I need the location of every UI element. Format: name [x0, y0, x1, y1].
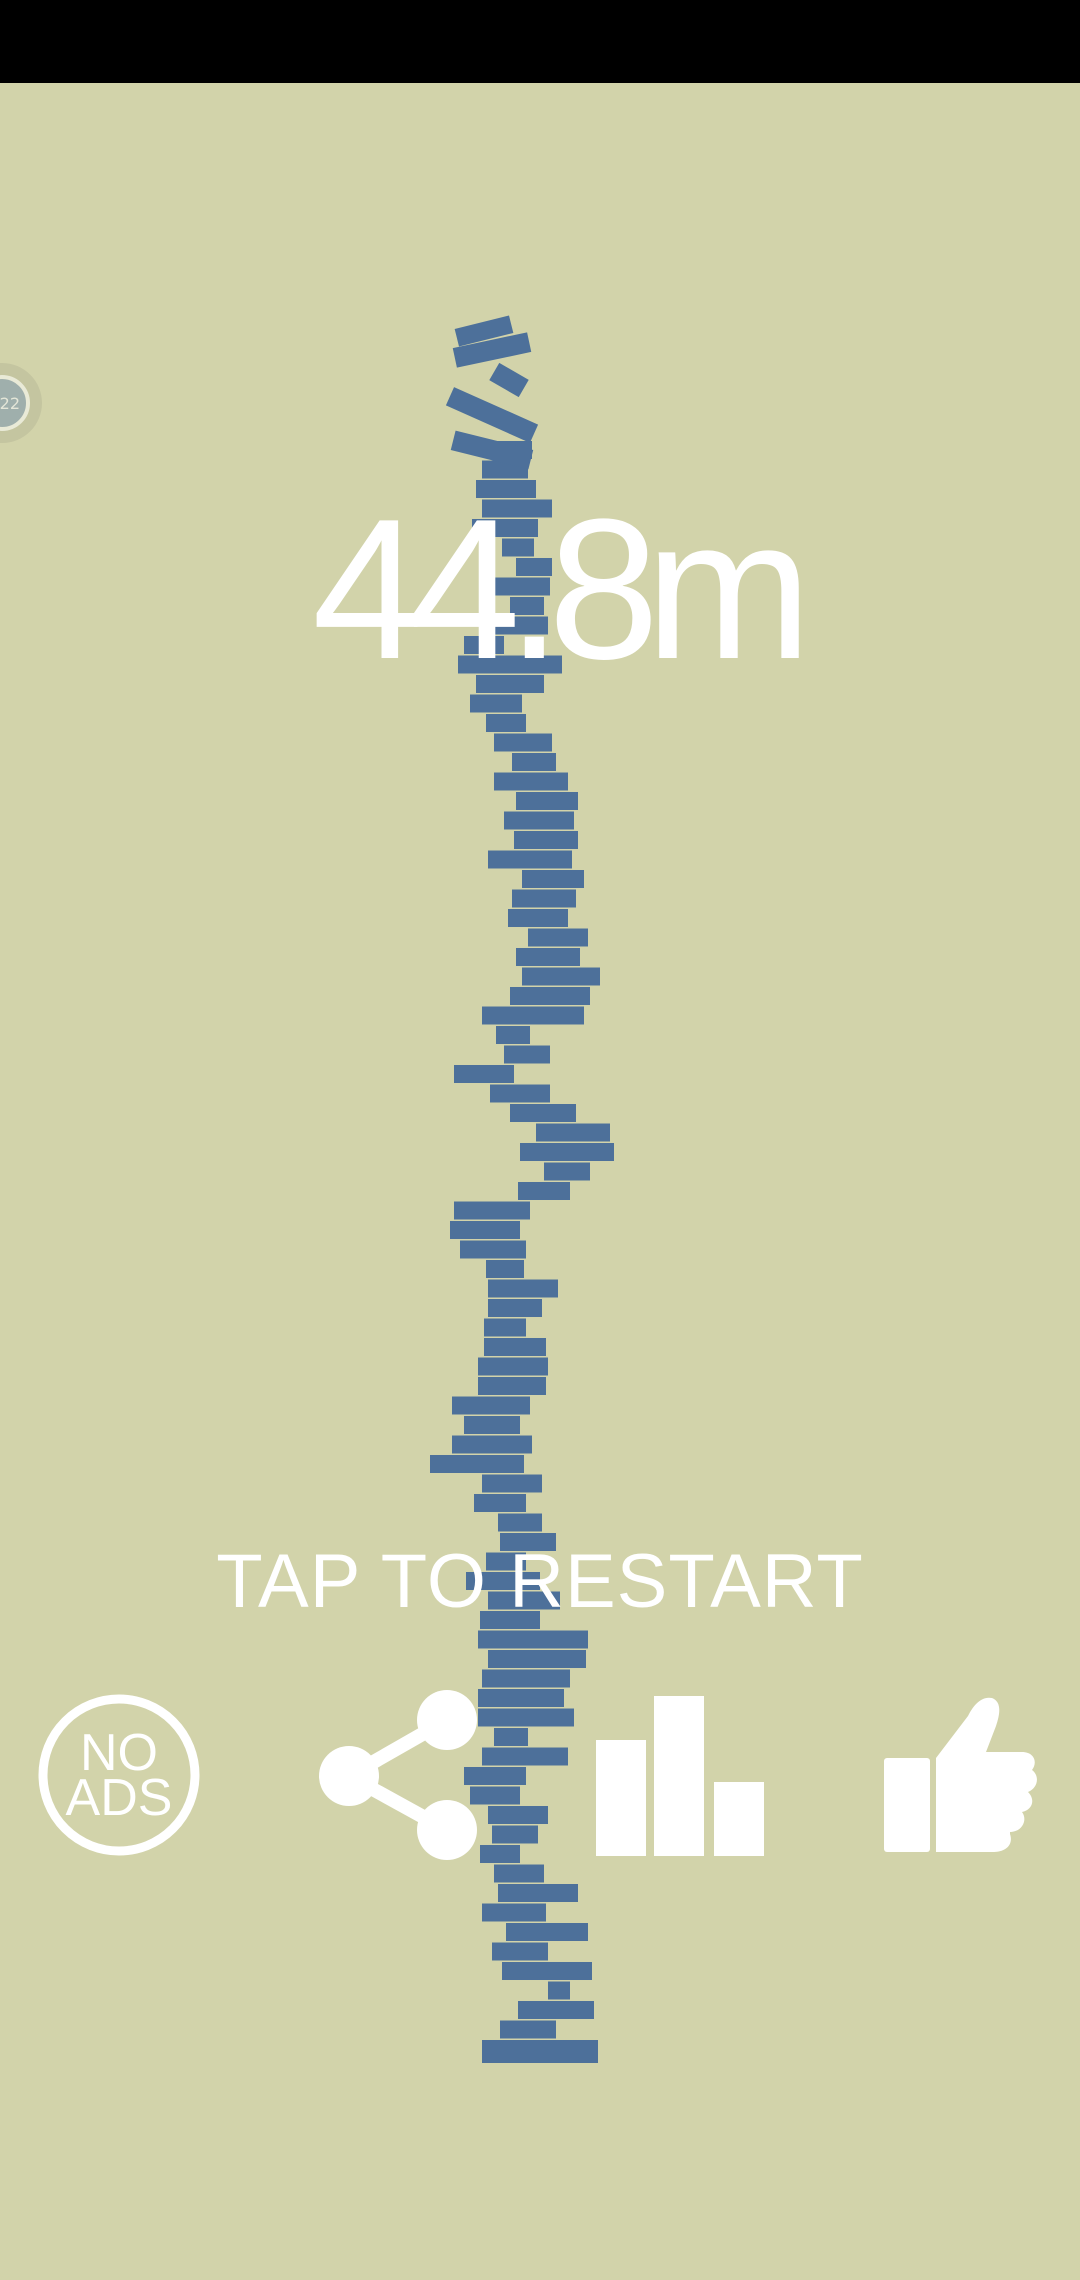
- leaderboard-icon: [596, 1696, 764, 1856]
- tower-block: [452, 1396, 530, 1415]
- tower-block: [502, 1962, 592, 1980]
- tower-block: [488, 1806, 548, 1824]
- tower-block: [450, 1221, 520, 1239]
- tower-block: [454, 1201, 530, 1220]
- tower-block: [494, 733, 552, 752]
- tower-block: [482, 1474, 542, 1493]
- tower-block: [484, 1318, 526, 1337]
- tower-block: [508, 909, 568, 927]
- tower-block: [522, 870, 584, 888]
- no-ads-button[interactable]: NO ADS: [36, 1692, 202, 1858]
- tower-block: [490, 1084, 550, 1103]
- tower-block: [494, 772, 568, 791]
- tower-block: [474, 1494, 526, 1512]
- tower-block: [488, 1650, 586, 1668]
- tower-block: [520, 1143, 614, 1161]
- tower-block: [506, 1923, 588, 1941]
- tower-block: [430, 1455, 524, 1473]
- tower-block: [548, 1981, 570, 2000]
- leaderboard-button[interactable]: [594, 1694, 766, 1856]
- tower-block: [464, 1416, 520, 1434]
- tower-block: [518, 1182, 570, 1200]
- tower-block: [528, 928, 588, 947]
- tower-block: [482, 2040, 598, 2058]
- tower-block: [492, 1825, 538, 1844]
- share-icon: [319, 1690, 477, 1860]
- tower-block: [486, 1260, 524, 1278]
- tower-block: [480, 1845, 520, 1863]
- tower-block: [478, 1357, 548, 1376]
- tower-block: [494, 1728, 528, 1746]
- tower-block: [516, 948, 580, 966]
- tower-base: [482, 2058, 598, 2063]
- like-button[interactable]: [882, 1694, 1038, 1854]
- tower-block: [536, 1123, 610, 1142]
- block-tower: [430, 315, 614, 2063]
- tower-block: [504, 1045, 550, 1064]
- tower-block: [478, 1630, 588, 1649]
- tower-block: [514, 831, 578, 849]
- tower-block: [482, 1006, 584, 1025]
- tower-block: [516, 792, 578, 810]
- thumbs-up-icon: [884, 1697, 1037, 1852]
- tower-block: [522, 967, 600, 986]
- tower-block-tilted: [489, 362, 529, 398]
- tower-block: [544, 1162, 590, 1181]
- tower-block: [486, 714, 526, 732]
- tower-block: [496, 1026, 530, 1044]
- tower-block: [494, 1864, 544, 1883]
- tower-block: [488, 1279, 558, 1298]
- no-ads-icon: NO ADS: [38, 1694, 200, 1856]
- no-ads-line2: ADS: [66, 1769, 173, 1827]
- tower-block: [484, 1338, 546, 1356]
- tower-block: [498, 1884, 578, 1902]
- tower-block: [518, 2001, 594, 2019]
- share-button[interactable]: [318, 1688, 480, 1860]
- tower-block: [500, 2020, 556, 2039]
- tower-block: [512, 889, 576, 908]
- tower-block: [454, 1065, 514, 1083]
- tower-block: [498, 1513, 542, 1532]
- tower-block: [482, 1747, 568, 1766]
- tower-block: [488, 850, 572, 869]
- tower-block: [492, 1942, 548, 1961]
- tower-block: [510, 1104, 576, 1122]
- score-display: 44.8m: [312, 478, 812, 701]
- tower-block: [510, 987, 590, 1005]
- tower-block: [452, 1435, 532, 1454]
- tap-to-restart-prompt[interactable]: TAP TO RESTART: [0, 1536, 1080, 1628]
- tower-block: [460, 1240, 526, 1259]
- tower-block: [488, 1299, 542, 1317]
- tower-block: [504, 811, 574, 830]
- tower-block: [478, 1708, 574, 1727]
- tower-block: [512, 753, 556, 771]
- tower-block: [482, 1903, 546, 1922]
- tower-block: [478, 1377, 546, 1395]
- tower-block: [478, 1689, 564, 1707]
- tower-block: [482, 1669, 570, 1688]
